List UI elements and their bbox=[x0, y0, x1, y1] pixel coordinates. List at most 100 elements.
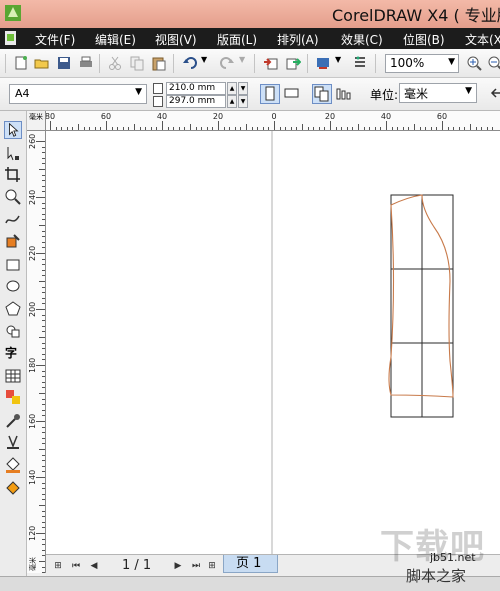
redo-dropdown-icon[interactable]: ▼ bbox=[239, 55, 255, 71]
page-tab-1[interactable]: 页 1 bbox=[223, 555, 278, 573]
interactive-fill-icon[interactable] bbox=[4, 478, 22, 496]
ruler-minor-tick bbox=[42, 432, 45, 434]
menu-edit[interactable]: 编辑(E) bbox=[95, 31, 136, 48]
ruler-minor-tick bbox=[42, 258, 45, 260]
next-page-button[interactable]: ▶ bbox=[172, 560, 184, 572]
units-select[interactable]: 毫米 ▼ bbox=[399, 83, 477, 103]
ruler-label: 60 bbox=[436, 112, 448, 121]
prev-page-button[interactable]: ◀ bbox=[88, 560, 100, 572]
ruler-major-tick bbox=[330, 121, 331, 130]
units-label: 单位: bbox=[370, 88, 399, 102]
insert-page-icon[interactable]: ⊞ bbox=[52, 560, 64, 572]
cut-icon[interactable] bbox=[107, 55, 123, 71]
export-icon[interactable] bbox=[285, 55, 301, 71]
launcher-icon[interactable] bbox=[315, 55, 331, 71]
height-spin-down[interactable]: ▼ bbox=[238, 95, 248, 108]
ruler-minor-tick bbox=[341, 127, 343, 130]
ruler-minor-tick bbox=[42, 191, 45, 193]
ruler-minor-tick bbox=[307, 127, 309, 130]
all-pages-icon bbox=[314, 86, 329, 102]
page-width-field[interactable]: 210.0 mm bbox=[166, 82, 226, 95]
ruler-minor-tick bbox=[492, 127, 494, 130]
menu-bar: 文件(F) 编辑(E) 视图(V) 版面(L) 排列(A) 效果(C) 位图(B… bbox=[0, 28, 500, 49]
page-height-icon bbox=[153, 96, 163, 107]
menu-view[interactable]: 视图(V) bbox=[155, 31, 197, 48]
first-page-button[interactable]: ⏮ bbox=[70, 560, 82, 572]
outline-tool-icon[interactable] bbox=[4, 433, 22, 451]
last-page-button[interactable]: ⏭ bbox=[190, 560, 202, 572]
menu-arrange[interactable]: 排列(A) bbox=[277, 31, 319, 48]
smart-fill-icon[interactable] bbox=[4, 232, 22, 250]
vertical-ruler[interactable]: 260 240 220 200 180 160 140 120 毫米 bbox=[27, 131, 46, 573]
ruler-minor-tick bbox=[42, 572, 45, 573]
launcher-dropdown-icon[interactable]: ▼ bbox=[335, 55, 351, 71]
ruler-major-tick bbox=[36, 421, 45, 422]
text-tool-icon[interactable]: 字 bbox=[5, 344, 17, 361]
add-page-icon[interactable]: ⊞ bbox=[206, 560, 218, 572]
ruler-minor-tick bbox=[178, 127, 180, 130]
menu-layout[interactable]: 版面(L) bbox=[217, 31, 257, 48]
menu-bitmaps[interactable]: 位图(B) bbox=[403, 31, 445, 48]
basic-shapes-icon[interactable] bbox=[4, 322, 22, 340]
ruler-major-tick bbox=[162, 121, 163, 130]
freehand-tool-icon[interactable] bbox=[4, 211, 22, 229]
print-icon[interactable] bbox=[78, 55, 94, 71]
ruler-minor-tick bbox=[42, 499, 45, 501]
all-pages-button[interactable] bbox=[312, 84, 332, 104]
fill-tool-icon[interactable] bbox=[4, 456, 22, 474]
table-tool-icon[interactable] bbox=[4, 367, 22, 385]
page-height-value: 297.0 mm bbox=[169, 96, 216, 106]
rectangle-tool-icon[interactable] bbox=[4, 256, 22, 274]
import-icon[interactable] bbox=[263, 55, 279, 71]
undo-dropdown-icon[interactable]: ▼ bbox=[201, 55, 217, 71]
landscape-button[interactable] bbox=[283, 84, 303, 104]
ruler-minor-tick bbox=[39, 449, 45, 450]
nudge-icon[interactable] bbox=[490, 86, 500, 100]
zoom-tool-icon[interactable] bbox=[4, 188, 22, 206]
drawing-canvas[interactable] bbox=[46, 131, 500, 554]
ruler-minor-tick bbox=[268, 127, 270, 130]
shape-tool-icon[interactable] bbox=[4, 145, 22, 163]
ruler-origin[interactable]: 毫米 bbox=[27, 111, 46, 131]
zoom-in-icon[interactable] bbox=[466, 55, 482, 71]
ruler-minor-tick bbox=[458, 127, 460, 130]
interactive-blend-icon[interactable] bbox=[4, 388, 22, 406]
save-icon[interactable] bbox=[56, 55, 72, 71]
width-spin-down[interactable]: ▼ bbox=[238, 82, 248, 95]
ruler-minor-tick bbox=[42, 521, 45, 523]
document-icon[interactable] bbox=[3, 30, 19, 46]
open-icon[interactable] bbox=[34, 55, 50, 71]
ruler-minor-tick bbox=[352, 127, 354, 130]
menu-file[interactable]: 文件(F) bbox=[35, 31, 75, 48]
ruler-minor-tick bbox=[223, 127, 225, 130]
eyedropper-tool-icon[interactable] bbox=[4, 412, 22, 430]
watermark-site: jb51.net bbox=[430, 551, 476, 564]
height-spin-up[interactable]: ▲ bbox=[227, 95, 237, 108]
page-height-field[interactable]: 297.0 mm bbox=[166, 95, 226, 108]
polygon-tool-icon[interactable] bbox=[4, 300, 22, 318]
crop-tool-icon[interactable] bbox=[4, 166, 22, 184]
copy-icon[interactable] bbox=[129, 55, 145, 71]
undo-icon[interactable] bbox=[182, 55, 198, 71]
page-size-select[interactable]: A4 ▼ bbox=[9, 84, 147, 104]
ruler-minor-tick bbox=[42, 460, 45, 462]
ruler-minor-tick bbox=[111, 127, 113, 130]
redo-icon[interactable] bbox=[219, 55, 235, 71]
current-page-button[interactable] bbox=[335, 84, 355, 104]
width-spin-up[interactable]: ▲ bbox=[227, 82, 237, 95]
menu-text[interactable]: 文本(X bbox=[465, 31, 500, 48]
ruler-minor-tick bbox=[42, 314, 45, 316]
ruler-minor-tick bbox=[184, 127, 186, 130]
new-icon[interactable] bbox=[13, 55, 29, 71]
pick-tool-icon[interactable] bbox=[4, 121, 22, 139]
options-icon[interactable] bbox=[352, 55, 368, 71]
ruler-minor-tick bbox=[42, 247, 45, 249]
horizontal-ruler[interactable]: 80 60 40 20 0 20 40 60 bbox=[27, 111, 500, 131]
zoom-level-select[interactable]: 100% ▼ bbox=[385, 54, 459, 73]
ellipse-tool-icon[interactable] bbox=[4, 277, 22, 295]
menu-effects[interactable]: 效果(C) bbox=[341, 31, 383, 48]
paste-icon[interactable] bbox=[151, 55, 167, 71]
portrait-button[interactable] bbox=[260, 84, 280, 104]
ruler-minor-tick bbox=[419, 127, 421, 130]
zoom-out-icon[interactable] bbox=[487, 55, 500, 71]
